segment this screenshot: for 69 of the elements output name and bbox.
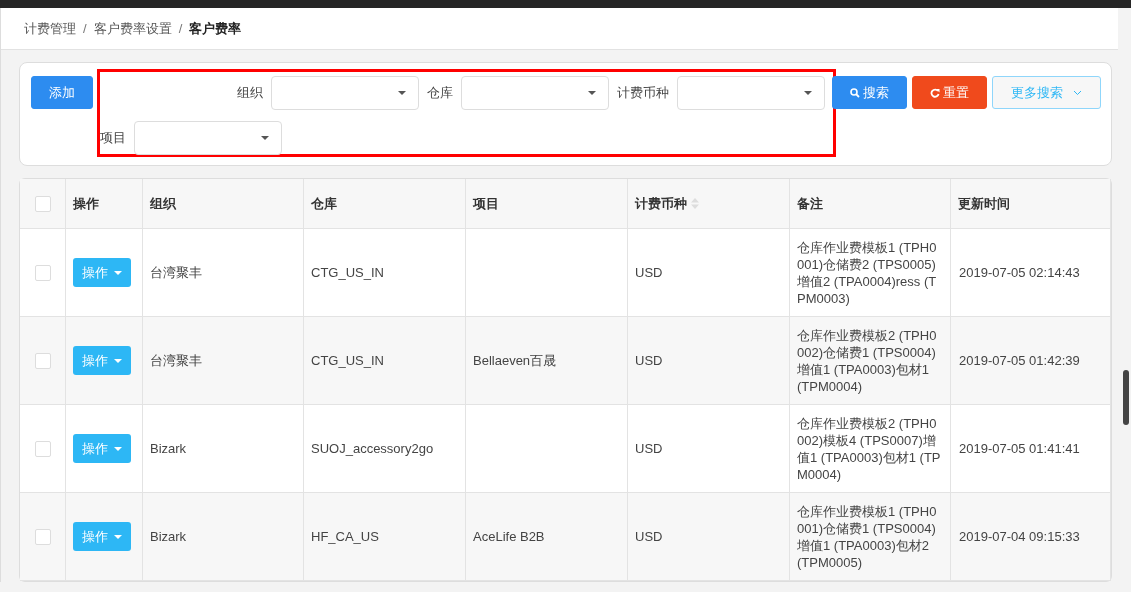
filter-label: 项目 (99, 129, 126, 147)
action-dropdown-button[interactable]: 操作 (73, 522, 131, 551)
table-cell: CTG_US_IN (311, 352, 384, 369)
checkbox[interactable] (34, 528, 51, 545)
column-header: 更新时间 (958, 194, 1010, 213)
reset-button[interactable]: 重置 (912, 76, 987, 109)
more-search-button[interactable]: 更多搜索 (992, 76, 1101, 109)
caret-icon (114, 270, 122, 275)
action-dropdown-button[interactable]: 操作 (73, 258, 131, 287)
table-cell-text: 仓库作业费模板1 (TPH0001)仓储费2 (TPS0005)增值2 (TPA0004)ress (TPM0003) (797, 238, 938, 307)
table-cell: Bellaeven百晟 (473, 352, 557, 369)
caret-icon (804, 91, 812, 95)
select-field[interactable] (677, 76, 825, 110)
column-header: 备注 (797, 194, 823, 213)
filter-label: 组织 (237, 84, 263, 102)
table-cell: 台湾聚丰 (150, 352, 202, 369)
header-cell[interactable]: 计费币种 (628, 179, 790, 229)
column-header: 计费币种 (635, 194, 687, 213)
breadcrumb-item[interactable]: 客户费率设置 (93, 19, 172, 38)
caret-icon (114, 446, 122, 451)
breadcrumb-separator: / (178, 21, 183, 36)
breadcrumb-separator: / (83, 21, 87, 36)
table-cell: CTG_US_IN (311, 264, 384, 281)
table-cell: 2019-07-05 01:41:41 (959, 440, 1080, 457)
column-header: 仓库 (311, 194, 337, 213)
table-cell: 2019-07-05 02:14:43 (959, 264, 1080, 281)
filter-label: 计费币种 (617, 84, 669, 102)
column-header: 操作 (73, 194, 99, 213)
column-header: 项目 (473, 194, 499, 213)
scrollbar-thumb[interactable] (1123, 370, 1129, 425)
table-cell-text: 仓库作业费模板2 (TPH0002)仓储费1 (TPS0004)增值1 (TPA0003)包材1 (TPM0004) (797, 326, 938, 395)
breadcrumb-item: 客户费率 (189, 19, 242, 38)
breadcrumb-item[interactable]: 计费管理 (24, 19, 76, 38)
select-field[interactable] (461, 76, 609, 110)
table-cell: Bizark (150, 528, 187, 545)
table-cell: USD (635, 440, 663, 457)
caret-icon (260, 136, 269, 140)
chevron-down-icon (1073, 89, 1082, 96)
filter-label: 仓库 (427, 84, 453, 102)
sort-icon[interactable] (691, 198, 699, 209)
table-cell: USD (635, 264, 663, 281)
table-cell: USD (635, 352, 663, 369)
caret-icon (114, 534, 122, 539)
refresh-icon (930, 87, 940, 98)
table-cell: 2019-07-05 01:42:39 (959, 352, 1080, 369)
table-cell: USD (635, 528, 663, 545)
checkbox[interactable] (34, 264, 51, 281)
search-icon (850, 87, 860, 98)
select-field[interactable] (133, 121, 282, 155)
table-cell: AceLife B2B (473, 528, 545, 545)
caret-icon (398, 91, 406, 95)
table-cell: 2019-07-04 09:15:33 (959, 528, 1080, 545)
table-cell: 台湾聚丰 (150, 264, 202, 281)
table-cell: Bizark (150, 440, 187, 457)
checkbox[interactable] (34, 352, 51, 369)
search-button[interactable]: 搜索 (832, 76, 907, 109)
action-dropdown-button[interactable]: 操作 (73, 346, 131, 375)
checkbox[interactable] (34, 440, 51, 457)
add-button[interactable]: 添加 (31, 76, 93, 109)
select-field[interactable] (271, 76, 419, 110)
table-cell-text: 仓库作业费模板2 (TPH0002)模板4 (TPS0007)增值1 (TPA0003)包材1 (TPM0004) (797, 414, 942, 483)
checkbox[interactable] (34, 195, 51, 212)
action-dropdown-button[interactable]: 操作 (73, 434, 131, 463)
caret-icon (588, 91, 596, 95)
caret-icon (114, 358, 122, 363)
table-cell: HF_CA_US (311, 528, 379, 545)
table-cell-text: 仓库作业费模板1 (TPH0001)仓储费1 (TPS0004)增值1 (TPA0003)包材2 (TPM0005) (797, 502, 938, 571)
column-header: 组织 (150, 194, 176, 213)
table-cell: SUOJ_accessory2go (311, 440, 434, 457)
